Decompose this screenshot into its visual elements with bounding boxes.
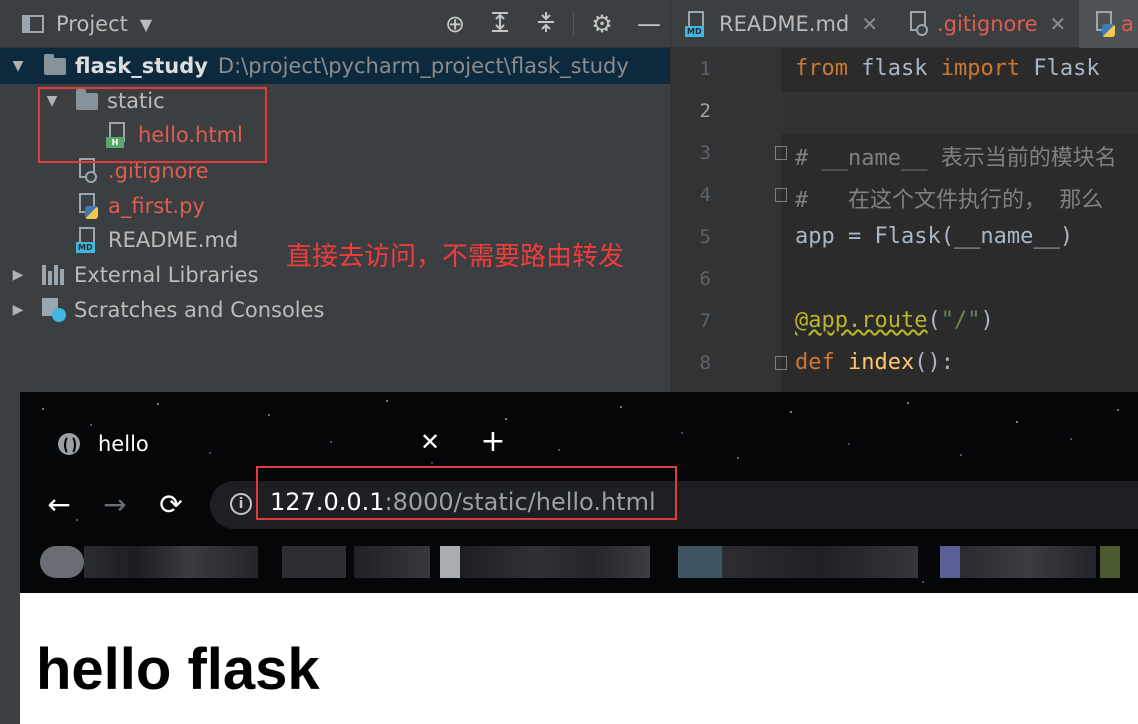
tree-item-root[interactable]: ▼ flask_study D:\project\pycharm_project… (8, 49, 629, 83)
tab-readme[interactable]: MD README.md ✕ (685, 0, 878, 48)
tree-item-readme[interactable]: MD README.md (76, 223, 238, 257)
fold-icon[interactable] (775, 146, 787, 160)
browser-tab-title: hello (98, 432, 149, 456)
folder-icon (44, 53, 66, 75)
editor-tabs: MD README.md ✕ .gitignore ✕ a (671, 0, 1138, 48)
code-text: ( (927, 308, 941, 333)
code-string: "/" (940, 308, 981, 333)
scratches-icon (42, 298, 66, 322)
line-number: 6 (699, 268, 711, 290)
code-text: (): (914, 350, 954, 375)
python-file-icon (76, 193, 100, 219)
line-number: 4 (699, 184, 711, 206)
globe-icon (58, 433, 80, 455)
forward-icon[interactable]: → (98, 488, 132, 521)
browser-toolbar: hello ✕ + ← → ⟳ i 127.0.0.1:8000/static/… (20, 392, 1138, 593)
close-icon[interactable]: ✕ (861, 12, 878, 36)
project-panel-header: Project ▼ ⊕ ⚙ — (0, 0, 670, 48)
project-view-selector[interactable]: Project ▼ (22, 9, 152, 39)
code-line-7: @app.route("/") (795, 308, 994, 333)
code-function-name: index (834, 350, 915, 375)
code-line-5: app = Flask(__name__) (795, 224, 1074, 249)
tree-item-a-first[interactable]: a_first.py (76, 189, 205, 223)
gear-icon[interactable]: ⚙ (588, 10, 616, 38)
line-number: 7 (699, 310, 711, 332)
python-file-icon (1093, 11, 1117, 37)
ignore-file-icon (907, 11, 931, 37)
line-number: 1 (699, 58, 711, 80)
locate-icon[interactable]: ⊕ (441, 10, 469, 38)
code-keyword: import (940, 56, 1021, 81)
code-text: flask (847, 56, 941, 81)
code-line-1: from flask import Flask (795, 56, 1100, 81)
code-line-4: # 在这个文件执行的， 那么 (795, 188, 1104, 213)
project-window-icon (22, 15, 44, 33)
code-line-8: def index(): (795, 350, 954, 375)
reload-icon[interactable]: ⟳ (154, 488, 188, 521)
close-tab-icon[interactable]: ✕ (416, 428, 444, 456)
code-keyword: from (795, 56, 848, 81)
line-gutter: 1 2 3 4 5 6 7 8 (671, 48, 787, 392)
a-first-name: a_first.py (108, 194, 205, 218)
expand-all-icon[interactable] (486, 10, 514, 38)
web-page-content: hello flask (20, 593, 1138, 724)
tree-item-external-libraries[interactable]: ▶ External Libraries (8, 258, 259, 292)
fold-icon[interactable] (775, 188, 787, 202)
code-keyword: def (795, 350, 835, 375)
line-number: 8 (699, 352, 711, 374)
line-number: 3 (699, 142, 711, 164)
highlight-box-static (38, 87, 267, 163)
tab-readme-label: README.md (719, 12, 850, 36)
page-heading: hello flask (36, 637, 320, 702)
tab-gitignore-label: .gitignore (937, 12, 1038, 36)
markdown-file-icon: MD (685, 11, 709, 37)
markdown-file-icon: MD (76, 227, 100, 253)
code-decorator: @app.route (795, 308, 928, 333)
code-text: ) (980, 308, 994, 333)
code-line-3: # __name__ 表示当前的模块名 (795, 146, 1117, 171)
header-divider (573, 12, 574, 36)
tab-gitignore[interactable]: .gitignore ✕ (907, 0, 1066, 48)
scratches-label: Scratches and Consoles (74, 298, 325, 322)
line-number: 2 (699, 100, 711, 122)
hide-panel-icon[interactable]: — (635, 10, 663, 38)
readme-name: README.md (108, 228, 239, 252)
browser-window: hello ✕ + ← → ⟳ i 127.0.0.1:8000/static/… (20, 392, 1138, 724)
bookmarks-bar-blurred (20, 540, 1138, 580)
new-tab-icon[interactable]: + (478, 424, 508, 459)
dropdown-icon: ▼ (139, 14, 153, 34)
code-text: Flask (1020, 56, 1100, 81)
chevron-right-icon[interactable]: ▶ (8, 302, 28, 318)
close-icon[interactable]: ✕ (1050, 12, 1067, 36)
chevron-down-icon[interactable]: ▼ (8, 58, 28, 74)
project-panel-title: Project (56, 12, 128, 36)
tab-a-first-label: a (1121, 12, 1134, 36)
site-info-icon[interactable]: i (230, 493, 252, 515)
highlight-box-url (256, 466, 677, 520)
tab-a-first[interactable]: a (1079, 0, 1138, 48)
collapse-all-icon[interactable] (532, 10, 560, 38)
tree-item-scratches[interactable]: ▶ Scratches and Consoles (8, 293, 325, 327)
code-editor[interactable]: MD README.md ✕ .gitignore ✕ a 1 2 3 4 5 … (670, 0, 1138, 392)
external-libraries-label: External Libraries (74, 263, 259, 287)
back-icon[interactable]: ← (42, 488, 76, 521)
libraries-icon (42, 265, 66, 285)
root-folder-path: D:\project\pycharm_project\flask_study (217, 54, 629, 78)
browser-tab[interactable]: hello (58, 428, 149, 460)
chevron-right-icon[interactable]: ▶ (8, 267, 28, 283)
ide-window: Project ▼ ⊕ ⚙ — ▼ flask_study D:\project… (0, 0, 1138, 392)
fold-icon[interactable] (775, 356, 787, 370)
annotation-text: 直接去访问，不需要路由转发 (286, 242, 625, 272)
line-number: 5 (699, 226, 711, 248)
root-folder-name: flask_study (75, 54, 208, 78)
